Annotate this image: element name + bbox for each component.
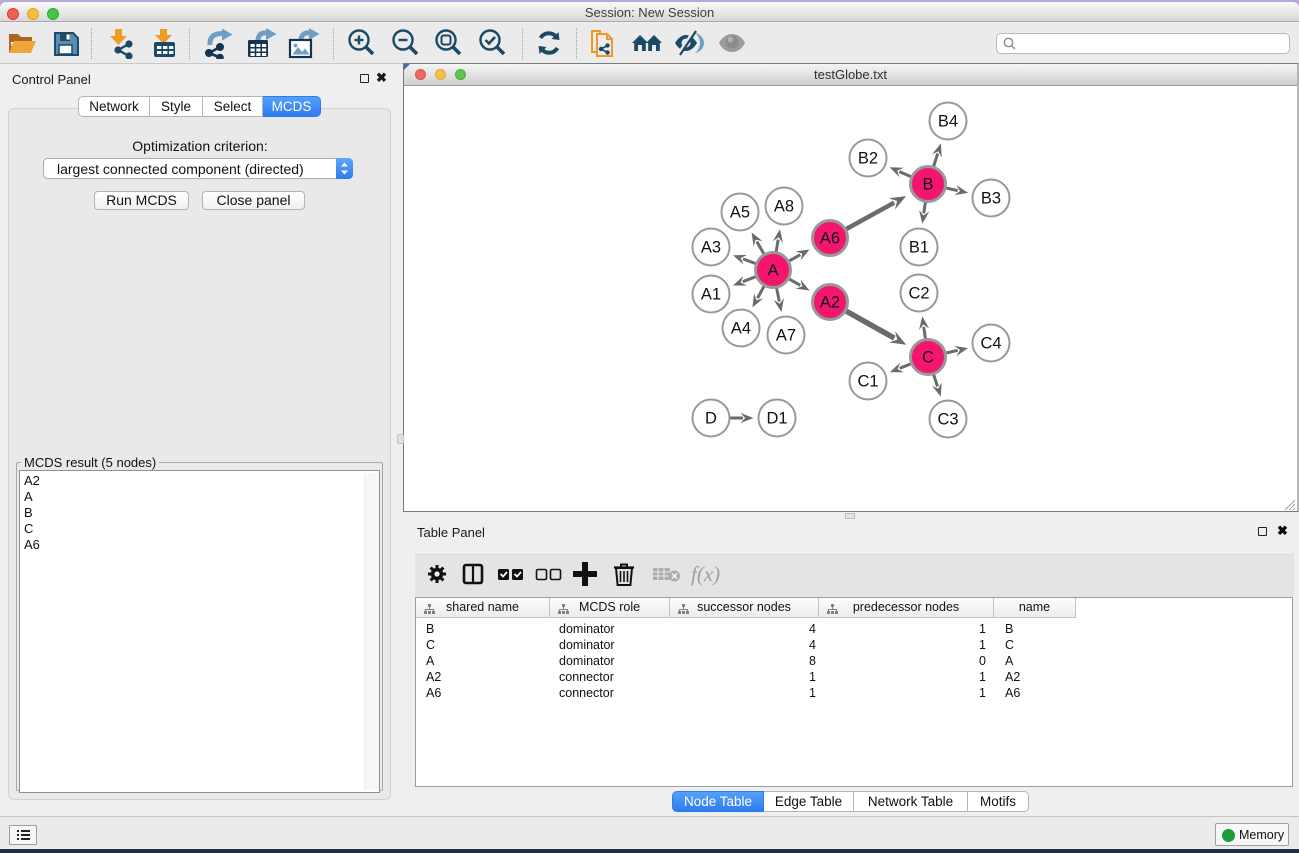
svg-text:A3: A3 — [701, 239, 721, 257]
svg-text:D: D — [705, 410, 717, 428]
svg-text:B4: B4 — [938, 113, 958, 131]
svg-text:D1: D1 — [766, 410, 787, 428]
svg-text:A7: A7 — [776, 327, 796, 345]
svg-text:B2: B2 — [858, 150, 878, 168]
svg-text:B1: B1 — [909, 239, 929, 257]
svg-text:C4: C4 — [980, 335, 1001, 353]
svg-text:A8: A8 — [774, 198, 794, 216]
svg-text:C: C — [922, 349, 934, 367]
svg-text:C2: C2 — [908, 285, 929, 303]
svg-text:A: A — [767, 262, 778, 280]
svg-text:C3: C3 — [937, 411, 958, 429]
svg-text:A4: A4 — [731, 320, 751, 338]
svg-text:C1: C1 — [857, 373, 878, 391]
svg-text:A2: A2 — [820, 294, 840, 312]
svg-text:A1: A1 — [701, 286, 721, 304]
svg-text:B3: B3 — [981, 190, 1001, 208]
svg-text:A6: A6 — [820, 230, 840, 248]
svg-text:A5: A5 — [730, 204, 750, 222]
svg-text:B: B — [922, 176, 933, 194]
